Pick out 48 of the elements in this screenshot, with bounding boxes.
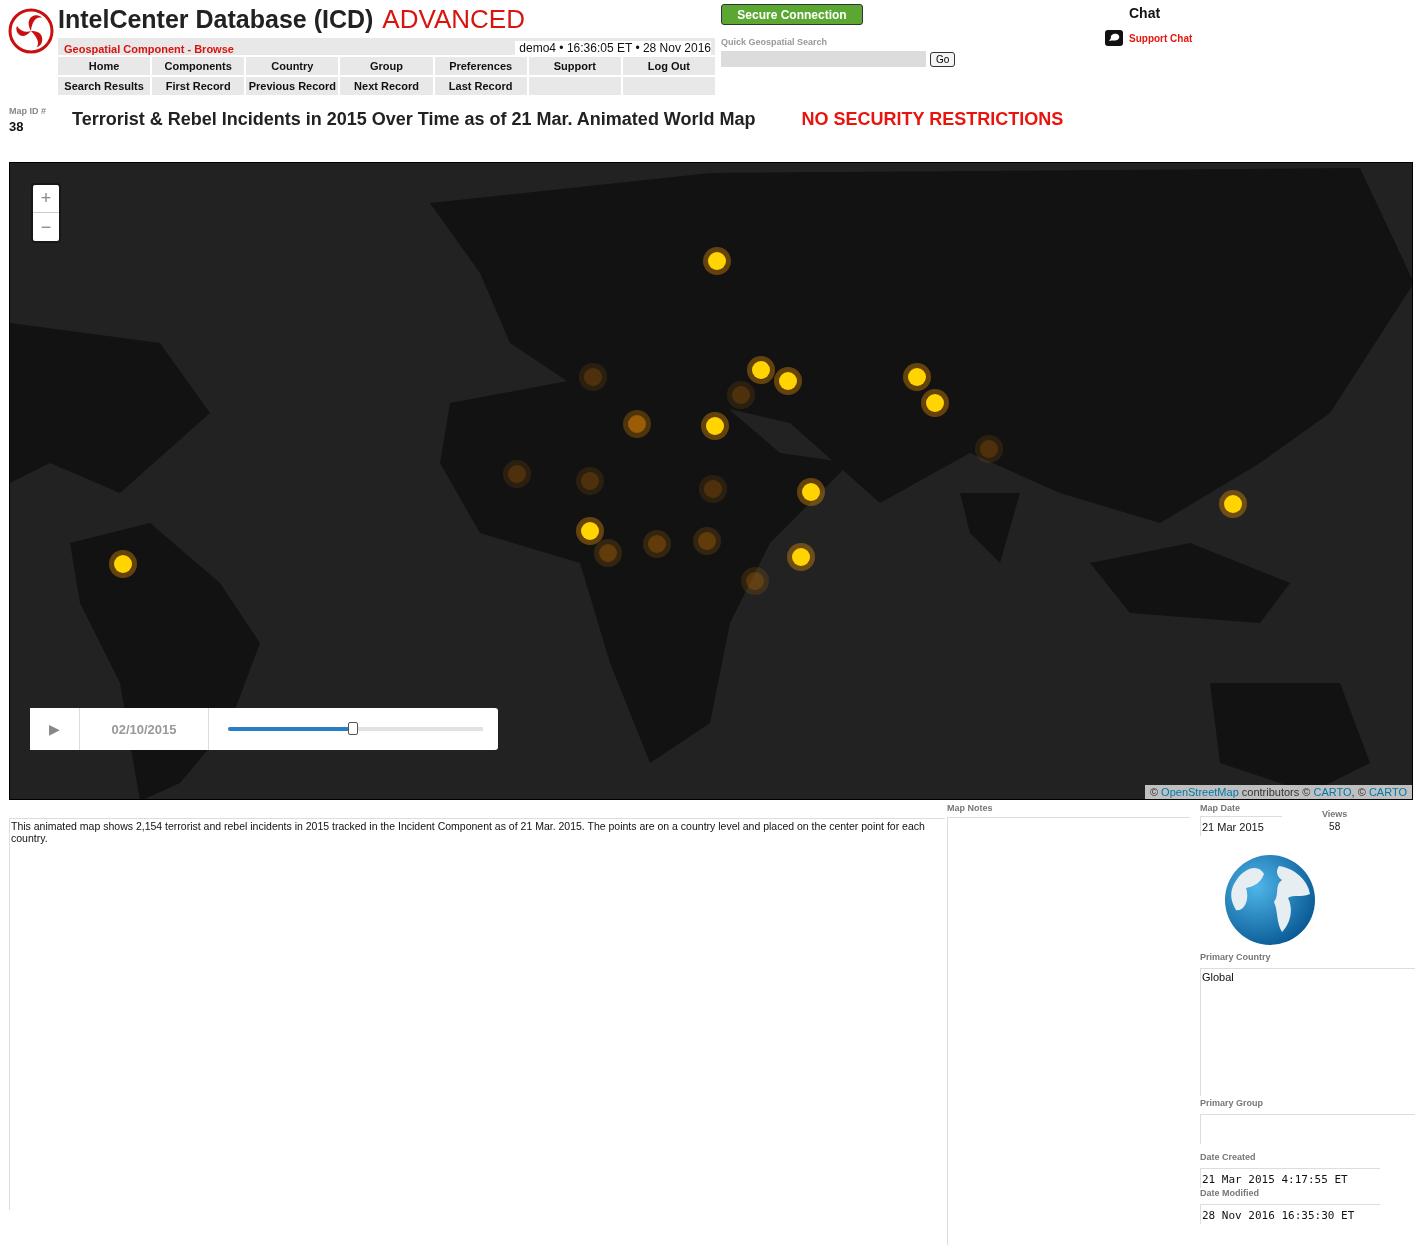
views-count: 58 [1329,821,1341,832]
chat-bubble-icon[interactable] [1105,30,1123,46]
map-title: Terrorist & Rebel Incidents in 2015 Over Time as of 21 Mar. Animated World Map [72,109,756,130]
play-button[interactable]: ▶ [30,708,80,750]
views-label: Views [1322,809,1348,819]
date-modified-value: 28 Nov 2016 16:35:30 ET [1200,1204,1380,1224]
nav-link[interactable]: Search Results [58,77,151,95]
map-notes-label: Map Notes [947,803,994,813]
secure-connection-badge: Secure Connection [721,4,863,25]
map-id-label: Map ID # [9,106,47,116]
edition-label: ADVANCED [382,4,525,35]
primary-country-value: Global [1200,968,1415,1096]
map-date-value: 21 Mar 2015 [1200,816,1282,836]
nav-link[interactable]: Next Record [340,77,433,95]
chat-title: Chat [1129,5,1161,21]
nav-link[interactable]: Components [152,57,245,75]
nav-link[interactable]: Support [528,57,621,75]
session-info: demo4 • 16:36:05 ET • 28 Nov 2016 [515,41,711,55]
section-label: Geospatial Component - Browse [64,43,234,55]
map-attribution: © OpenStreetMap contributors © CARTO, © CARTO [1144,785,1412,799]
zoom-in-button[interactable]: + [33,185,59,213]
nav-link[interactable]: Preferences [434,57,527,75]
map-date-label: Map Date [1200,803,1241,813]
primary-country-label: Primary Country [1200,952,1272,962]
nav-link[interactable]: Previous Record [246,77,339,95]
nav-link[interactable]: Group [340,57,433,75]
search-label: Quick Geospatial Search [721,37,829,47]
nav-link[interactable]: Country [246,57,339,75]
date-created-value: 21 Mar 2015 4:17:55 ET [1200,1168,1380,1188]
support-chat-link[interactable]: Support Chat [1129,32,1193,44]
date-modified-label: Date Modified [1200,1188,1260,1198]
search-field[interactable] [721,51,926,67]
zoom-out-button[interactable]: − [33,213,59,241]
app-title: IntelCenter Database (ICD) [58,5,374,34]
go-button[interactable]: Go [930,51,956,67]
nav-link[interactable]: Last Record [434,77,527,95]
globe-icon [1224,854,1316,946]
timeline-date: 02/10/2015 [80,708,209,750]
map-id-value: 38 [9,119,25,134]
date-created-label: Date Created [1200,1152,1257,1162]
nav-link[interactable]: Log Out [622,57,715,75]
nav-link[interactable]: Home [58,57,151,75]
nav-link[interactable]: First Record [152,77,245,95]
logo-icon [8,6,54,56]
primary-group-label: Primary Group [1200,1098,1265,1108]
timeline-handle[interactable] [347,722,358,735]
restriction-label: NO SECURITY RESTRICTIONS [801,109,1064,130]
map-description: This animated map shows 2,154 terrorist and rebel incidents in 2015 tracked in the Incident Component as of 21 Mar. 2015. The points are on a country level and placed on the center point for each country. [11,820,926,844]
